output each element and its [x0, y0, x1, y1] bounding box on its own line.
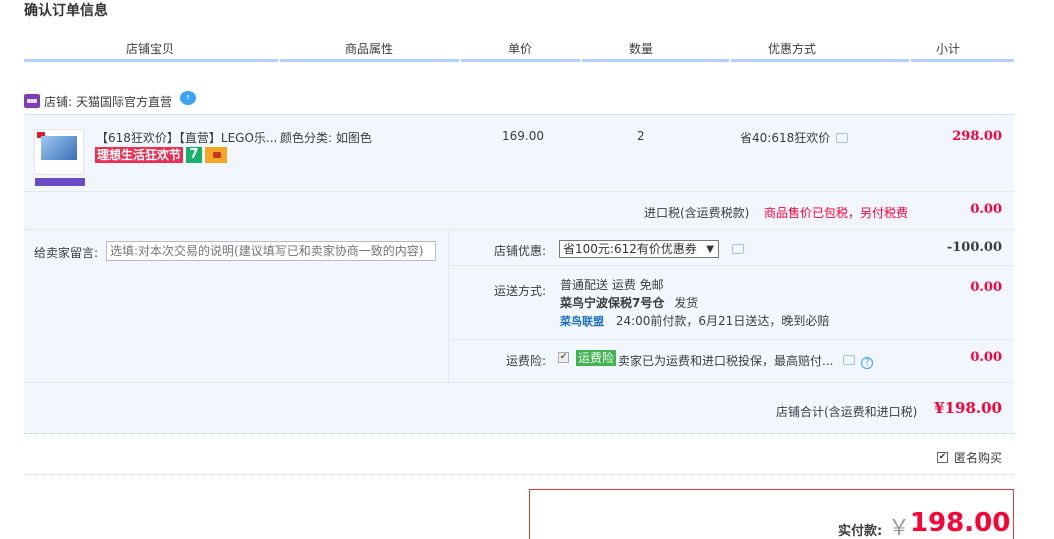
- unit-price: 169.00: [502, 129, 544, 143]
- payment-label: 实付款:: [838, 524, 883, 539]
- coupon-select[interactable]: 省100元:612有价优惠券 ▼: [559, 240, 719, 258]
- message-label: 给卖家留言:: [34, 246, 99, 260]
- insurance-label: 运费险:: [505, 354, 546, 368]
- order-area: 【618狂欢价】【直营】LEGO乐... 理想生活狂欢节 7 颜色分类: 如图色…: [24, 114, 1014, 434]
- insurance-bubble-icon[interactable]: [843, 355, 856, 365]
- dropdown-arrow-icon: ▼: [706, 244, 714, 255]
- item-attribute: 颜色分类: 如图色: [280, 131, 372, 145]
- col-discount: 优惠方式: [768, 42, 817, 56]
- item-title[interactable]: 【618狂欢价】【直营】LEGO乐...: [96, 129, 277, 146]
- promo-tag: 理想生活狂欢节: [95, 147, 184, 163]
- insurance-row: 运费险: ✔ 运费险 卖家已为运费和进口税投保，最高赔付... ? 0.00: [450, 340, 1014, 383]
- shop-total-value: ¥198.00: [934, 399, 1002, 417]
- item-thumbnail[interactable]: [34, 129, 85, 186]
- help-icon[interactable]: ?: [861, 357, 874, 369]
- insurance-text: 卖家已为运费和进口税投保，最高赔付... ?: [618, 352, 874, 369]
- shop-icon: [24, 94, 40, 108]
- insurance-tag: 运费险: [576, 350, 617, 366]
- tax-row: 进口税(含运费税款) 商品售价已包税，另付税费 0.00: [24, 191, 1014, 229]
- shipping-method: 普通配送 运费 免邮: [560, 278, 664, 292]
- quantity: 2: [637, 129, 645, 143]
- insurance-desc: 卖家已为运费和进口税投保，最高赔付...: [618, 354, 834, 368]
- insurance-checkbox[interactable]: ✔: [558, 352, 569, 363]
- dispatch-text: 发货: [674, 296, 699, 310]
- message-cell: 给卖家留言:: [24, 230, 449, 383]
- col-subtotal: 小计: [936, 42, 961, 56]
- shop-name[interactable]: 天猫国际官方直营: [76, 93, 172, 110]
- tax-value: 0.00: [970, 202, 1002, 217]
- payment-amount: 198.00: [910, 508, 1011, 538]
- col-qty: 数量: [629, 42, 654, 56]
- delivery-promise: 24:00前付款，6月21日送达，晚到必赔: [615, 314, 830, 328]
- thumbnail-band: [35, 178, 85, 186]
- shipping-row: 运送方式: 普通配送 运费 免邮 菜鸟宁波保税7号仓 发货 菜鸟联盟 24:00…: [450, 266, 1014, 340]
- shop-label: 店铺:: [44, 94, 73, 109]
- col-item: 店铺宝贝: [126, 42, 175, 56]
- product-box-image: [41, 136, 77, 160]
- shipping-value: 0.00: [970, 280, 1002, 295]
- shop-total-label: 店铺合计(含运费和进口税): [776, 405, 918, 419]
- card-payment-icon: [205, 147, 228, 163]
- anonymous-label: 匿名购买: [953, 451, 1002, 465]
- page-title: 确认订单信息: [24, 3, 108, 19]
- col-price: 单价: [508, 42, 533, 56]
- shop-coupon-value: -100.00: [946, 240, 1002, 255]
- shop-coupon-label: 店铺优惠:: [493, 244, 546, 258]
- currency-symbol: ￥: [888, 516, 911, 539]
- tax-label: 进口税(含运费税款): [644, 206, 750, 220]
- discount-text: 省40:618狂欢价: [740, 131, 831, 145]
- wangwang-chat-icon[interactable]: ↑: [180, 91, 197, 105]
- divider: [24, 474, 1014, 475]
- insurance-value: 0.00: [970, 350, 1002, 365]
- shop-total-row: 店铺合计(含运费和进口税) ¥198.00: [24, 382, 1014, 434]
- item-row: 【618狂欢价】【直营】LEGO乐... 理想生活狂欢节 7 颜色分类: 如图色…: [24, 115, 1014, 191]
- col-attr: 商品属性: [345, 42, 394, 56]
- column-header: 店铺宝贝 商品属性 单价 数量 优惠方式 小计: [24, 36, 1014, 62]
- anonymous-purchase[interactable]: ✔ 匿名购买: [936, 449, 1002, 466]
- shipping-label: 运送方式:: [493, 284, 546, 298]
- order-options: 给卖家留言: 店铺优惠: 省100元:612有价优惠券 ▼ -100.00 运送…: [24, 229, 1014, 383]
- discount: 省40:618狂欢价: [740, 129, 849, 146]
- item-subtotal: 298.00: [952, 129, 1002, 144]
- return-7-days-badge: 7: [186, 147, 203, 163]
- warehouse: 菜鸟宁波保税7号仓: [560, 296, 665, 310]
- tax-note: 商品售价已包税，另付税费: [764, 206, 909, 220]
- message-input[interactable]: [106, 241, 436, 261]
- payment-box: 实付款: ￥ 198.00: [529, 489, 1014, 539]
- comment-bubble-icon[interactable]: [836, 132, 849, 143]
- cainiao-logo: 菜鸟联盟: [560, 315, 604, 328]
- coupon-selected: 省100元:612有价优惠券: [563, 242, 697, 256]
- coupon-bubble-icon[interactable]: [732, 244, 744, 254]
- shipping-details: 普通配送 运费 免邮 菜鸟宁波保税7号仓 发货 菜鸟联盟 24:00前付款，6月…: [560, 276, 829, 331]
- anonymous-checkbox[interactable]: ✔: [936, 452, 948, 463]
- shop-line: 店铺: 天猫国际官方直营 ↑: [24, 91, 197, 111]
- promo-badges: 理想生活狂欢节 7: [95, 147, 228, 163]
- shop-coupon-row: 店铺优惠: 省100元:612有价优惠券 ▼ -100.00: [450, 230, 1014, 266]
